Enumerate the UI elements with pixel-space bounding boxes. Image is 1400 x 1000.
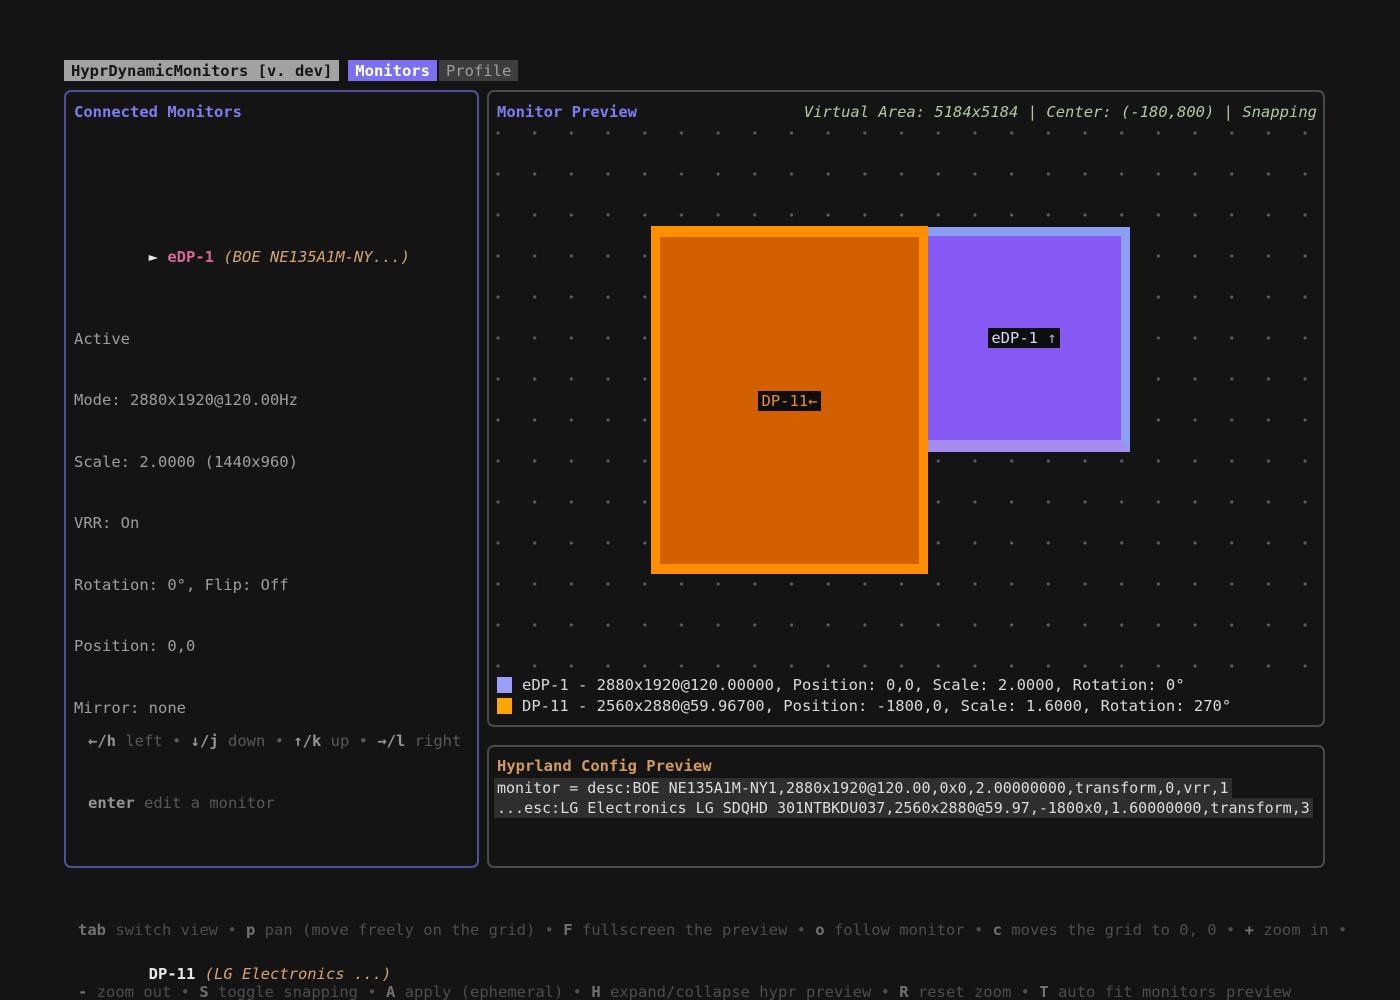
- preview-legend: eDP-1 - 2880x1920@120.00000, Position: 0…: [497, 675, 1231, 716]
- legend-row-dp11: DP-11 - 2560x2880@59.96700, Position: -1…: [497, 696, 1231, 717]
- monitor-list: ► eDP-1 (BOE NE135A1M-NY...) Active Mode…: [74, 144, 410, 1000]
- enter-hint-line: enter edit a monitor: [88, 793, 461, 814]
- monitor-rect-edp1[interactable]: eDP-1 ↑: [927, 227, 1130, 452]
- monitor-list-item[interactable]: ► eDP-1 (BOE NE135A1M-NY...) Active Mode…: [74, 185, 410, 759]
- legend-color-chip-edp1: [497, 677, 512, 693]
- tab-bar: HyprDynamicMonitors [v. dev] Monitors Pr…: [64, 60, 518, 81]
- connected-monitors-panel: Connected Monitors ► eDP-1 (BOE NE135A1M…: [64, 90, 479, 868]
- monitor-preview-panel: Monitor Preview Virtual Area: 5184x5184 …: [487, 90, 1325, 727]
- monitor-rect-label-edp1: eDP-1 ↑: [988, 328, 1059, 348]
- monitor-rect-label-dp11: DP-11←: [758, 391, 820, 411]
- help-line-2: - zoom out • S toggle snapping • A apply…: [78, 982, 1358, 1000]
- connected-monitors-title: Connected Monitors: [74, 103, 242, 121]
- global-keybind-help: tab switch view • p pan (move freely on …: [78, 879, 1358, 1000]
- monitor-mode: Mode: 2880x1920@120.00Hz: [74, 390, 410, 411]
- tab-monitors[interactable]: Monitors: [348, 60, 437, 81]
- legend-row-edp1: eDP-1 - 2880x1920@120.00000, Position: 0…: [497, 675, 1231, 696]
- monitor-position: Position: 0,0: [74, 636, 410, 657]
- app-title: HyprDynamicMonitors [v. dev]: [64, 60, 339, 81]
- config-line-1: monitor = desc:BOE NE135A1M-NY1,2880x192…: [494, 778, 1232, 798]
- monitor-vendor: (BOE NE135A1M-NY...): [214, 248, 410, 266]
- monitor-name: eDP-1: [167, 248, 214, 266]
- monitor-status: Active: [74, 329, 410, 350]
- legend-color-chip-dp11: [497, 698, 512, 714]
- legend-text-edp1: eDP-1 - 2880x1920@120.00000, Position: 0…: [522, 675, 1185, 696]
- config-panel-title: Hyprland Config Preview: [497, 757, 712, 775]
- help-line-1: tab switch view • p pan (move freely on …: [78, 920, 1358, 941]
- legend-text-dp11: DP-11 - 2560x2880@59.96700, Position: -1…: [522, 696, 1231, 717]
- hyprland-config-panel: Hyprland Config Preview monitor = desc:B…: [487, 745, 1325, 868]
- rotation-arrow-icon: ←: [808, 392, 817, 410]
- nav-hints-line: ←/h left • ↓/j down • ↑/k up • →/l right: [88, 731, 461, 752]
- config-line-2: ...esc:LG Electronics LG SDQHD 301NTBKDU…: [494, 798, 1313, 818]
- monitor-rect-dp11[interactable]: DP-11←: [651, 226, 928, 574]
- rotation-arrow-icon: ↑: [1047, 329, 1056, 347]
- selected-arrow-icon: ►: [149, 248, 168, 266]
- monitor-rotation: Rotation: 0°, Flip: Off: [74, 575, 410, 596]
- left-panel-keybind-hints: ←/h left • ↓/j down • ↑/k up • →/l right…: [88, 690, 461, 854]
- monitor-vrr: VRR: On: [74, 513, 410, 534]
- tab-profile[interactable]: Profile: [439, 60, 518, 81]
- monitor-scale: Scale: 2.0000 (1440x960): [74, 452, 410, 473]
